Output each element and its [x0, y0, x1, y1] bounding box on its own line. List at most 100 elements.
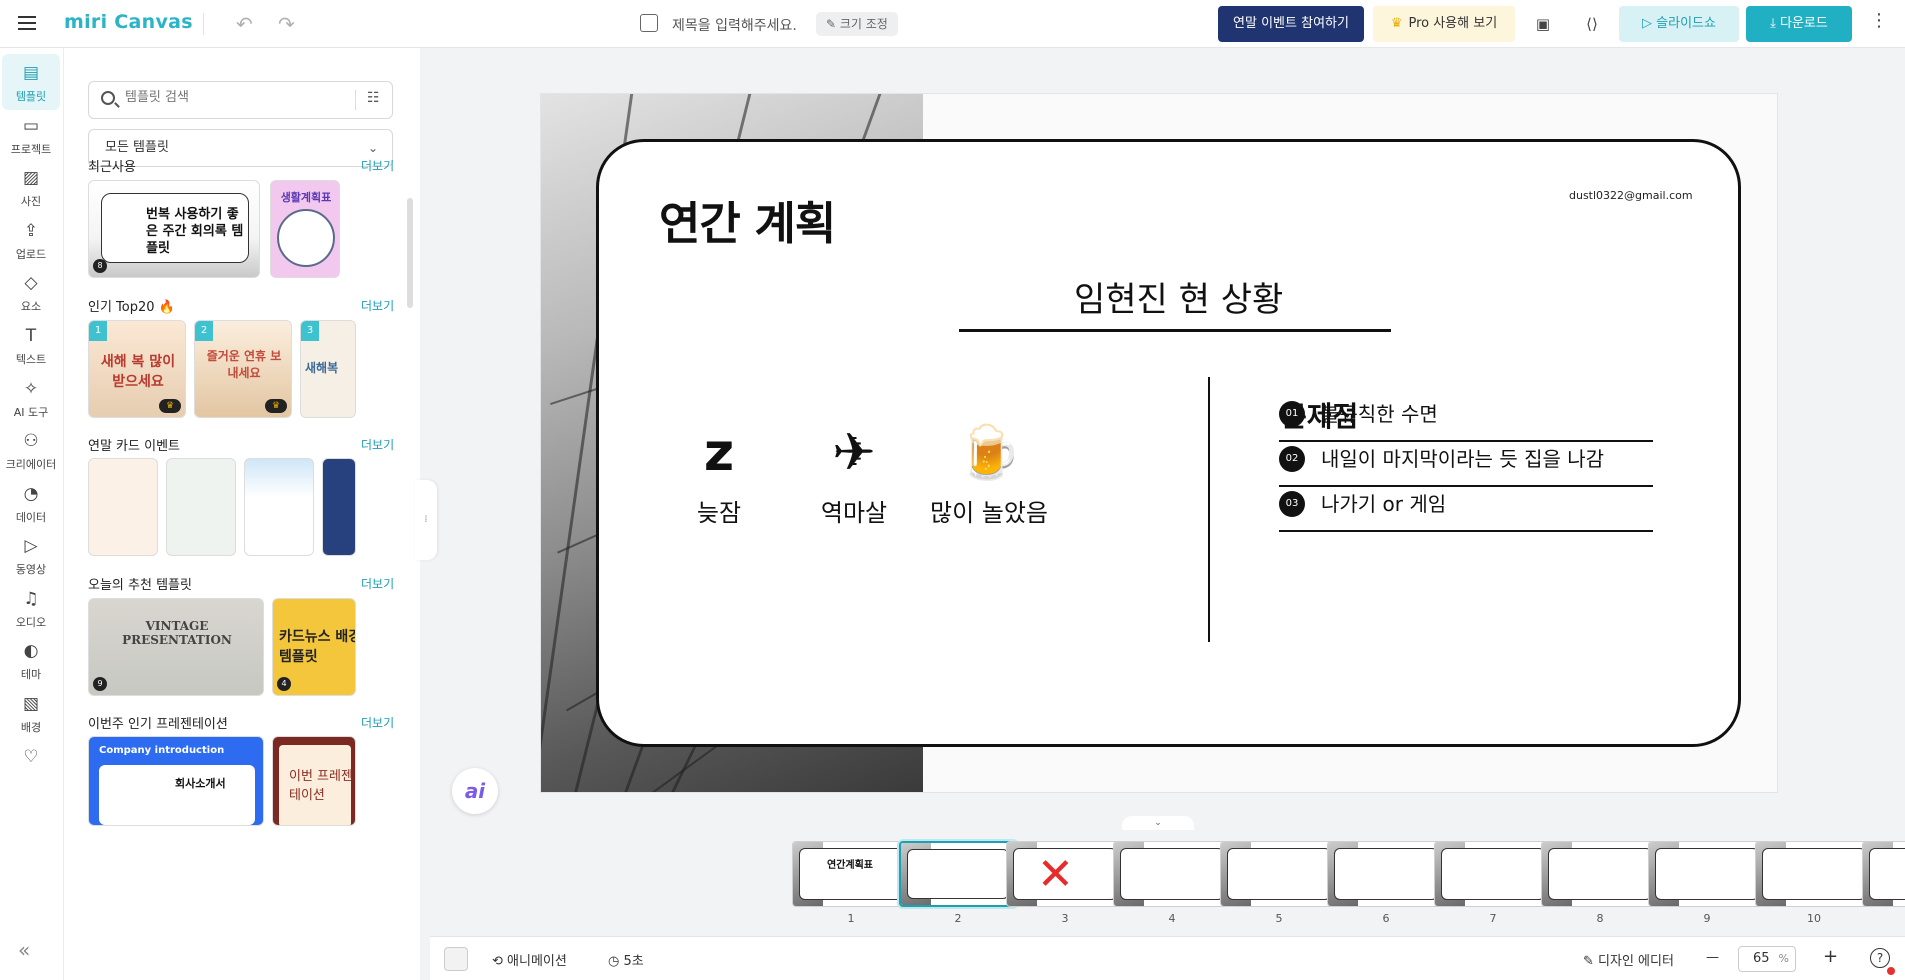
thumbnail-card — [1655, 848, 1759, 900]
problem-item[interactable]: 01 불규칙한 수면 — [1279, 392, 1653, 442]
nav-label: 사진 — [20, 195, 42, 208]
page-thumbnail[interactable] — [1113, 841, 1231, 907]
page-number: 11 — [1862, 912, 1905, 925]
recent-template-schedule[interactable]: 생활계획표 — [270, 180, 340, 278]
weekly-template-company[interactable]: Company introduction 회사소개서 — [88, 736, 264, 826]
problem-number: 02 — [1279, 446, 1305, 472]
count-badge: 9 — [93, 677, 107, 691]
nav-label: 동영상 — [15, 563, 47, 576]
top20-template-1[interactable]: 1 새해 복 많이 받으세요 ♛ — [88, 320, 186, 418]
page-thumbnail[interactable] — [1862, 841, 1905, 907]
menu-icon[interactable] — [18, 16, 36, 30]
zoom-in-icon[interactable]: + — [1823, 946, 1838, 967]
weekly-template-presentation[interactable]: 이번 프레젠테이션 — [272, 736, 356, 826]
background-color-swatch[interactable] — [444, 947, 468, 971]
nav-item-0[interactable]: ▤ 템플릿 — [2, 54, 60, 110]
more-link[interactable]: 더보기 — [361, 436, 394, 453]
divider — [355, 90, 356, 110]
page-thumbnail[interactable] — [1541, 841, 1659, 907]
title-input[interactable]: 제목을 입력해주세요. — [672, 15, 797, 35]
zoom-out-icon[interactable]: — — [1706, 950, 1719, 965]
pro-trial-button[interactable]: ♛ Pro 사용해 보기 — [1373, 6, 1515, 42]
page-thumbnail[interactable] — [1434, 841, 1552, 907]
page-thumbnail[interactable] — [1755, 841, 1873, 907]
recommended-template-vintage[interactable]: VINTAGE PRESENTATION 9 — [88, 598, 264, 696]
card-event-template-4[interactable] — [322, 458, 356, 556]
card-event-template-1[interactable] — [88, 458, 158, 556]
event-button[interactable]: 연말 이벤트 참여하기 — [1218, 6, 1364, 42]
top20-template-3[interactable]: 3 새해복 — [300, 320, 356, 418]
search-input[interactable] — [125, 90, 335, 105]
duration-button[interactable]: ◷ 5초 — [608, 950, 644, 969]
page-thumbnail[interactable]: ✕ — [1006, 841, 1124, 907]
scrollbar[interactable] — [407, 198, 413, 308]
slide-email[interactable]: dustl0322@gmail.com — [1569, 189, 1693, 202]
slide[interactable]: 연간 계획 dustl0322@gmail.com 임현진 현 상황 z 늦잠 … — [540, 93, 1778, 793]
nav-item-11[interactable]: ◐ 테마 — [2, 632, 60, 688]
nav-item-4[interactable]: ◇ 요소 — [2, 264, 60, 320]
card-event-template-3[interactable] — [244, 458, 314, 556]
download-button[interactable]: ⤓ 다운로드 — [1746, 6, 1852, 42]
nav-icon: ◇ — [24, 273, 38, 293]
thumbnail-card — [907, 849, 1009, 899]
animation-button[interactable]: ⟲ 애니메이션 — [492, 950, 567, 969]
feature-oversleep[interactable]: z 늦잠 — [654, 417, 784, 528]
page-thumbnail[interactable] — [1220, 841, 1338, 907]
problem-item[interactable]: 03 나가기 or 게임 — [1279, 482, 1653, 532]
resize-button[interactable]: ✎ 크기 조정 — [816, 12, 898, 36]
nav-item-3[interactable]: ⇪ 업로드 — [2, 212, 60, 268]
page-thumbnail[interactable]: 연간계획표 — [792, 841, 910, 907]
feature-wanderlust[interactable]: ✈ 역마살 — [789, 417, 919, 528]
collapse-nav-icon[interactable]: « — [18, 938, 30, 962]
more-link[interactable]: 더보기 — [361, 714, 394, 731]
section-title-card-event: 연말 카드 이벤트 — [88, 439, 180, 454]
nav-item-5[interactable]: T 텍스트 — [2, 317, 60, 373]
content-card[interactable]: 연간 계획 dustl0322@gmail.com 임현진 현 상황 z 늦잠 … — [596, 139, 1741, 747]
more-link[interactable]: 더보기 — [361, 297, 394, 314]
filter-icon[interactable]: ☷ — [367, 90, 380, 106]
nav-item-9[interactable]: ▷ 동영상 — [2, 527, 60, 583]
more-link[interactable]: 더보기 — [361, 575, 394, 592]
save-icon[interactable]: ▣ — [1527, 9, 1559, 39]
card-event-template-2[interactable] — [166, 458, 236, 556]
nav-label: 크리에이터 — [5, 458, 57, 471]
nav-item-13[interactable]: ♡ — [2, 738, 60, 794]
nav-item-1[interactable]: ▭ 프로젝트 — [2, 107, 60, 163]
nav-item-12[interactable]: ▧ 배경 — [2, 685, 60, 741]
feature-partying[interactable]: 🍺 많이 놀았음 — [924, 417, 1054, 528]
page-thumbnail[interactable] — [1648, 841, 1766, 907]
slide-title[interactable]: 연간 계획 — [659, 187, 836, 252]
top20-template-2[interactable]: 2 즐거운 연휴 보내세요 ♛ — [194, 320, 292, 418]
undo-icon[interactable]: ↶ — [236, 12, 253, 36]
recent-template-weekly[interactable]: 번복 사용하기 좋은 주간 회의록 템플릿 8 — [88, 180, 260, 278]
slideshow-button[interactable]: ▷ 슬라이드쇼 — [1619, 6, 1739, 42]
template-text: 생활계획표 — [280, 191, 332, 204]
page-thumbnail[interactable] — [899, 841, 1017, 907]
slide-subtitle[interactable]: 임현진 현 상황 — [1074, 272, 1283, 321]
app-logo[interactable]: miri Canvas — [64, 11, 193, 33]
nav-item-6[interactable]: ✧ AI 도구 — [2, 370, 60, 426]
nav-item-8[interactable]: ◔ 데이터 — [2, 475, 60, 531]
ai-assistant-button[interactable]: ai — [452, 768, 498, 814]
bottom-bar: ⟲ 애니메이션 ◷ 5초 ✎ 디자인 에디터 — 65% + ? — [430, 936, 1905, 980]
design-editor-button[interactable]: ✎ 디자인 에디터 — [1583, 950, 1674, 969]
nav-item-2[interactable]: ▨ 사진 — [2, 159, 60, 215]
share-icon[interactable]: ⟨⟩ — [1576, 9, 1608, 39]
recommended-template-cardnews[interactable]: 카드뉴스 배경 템플릿 4 — [272, 598, 356, 696]
redo-icon[interactable]: ↷ — [278, 12, 295, 36]
template-search[interactable]: ☷ — [88, 81, 393, 119]
chevron-down-icon[interactable]: ⌄ — [1122, 816, 1194, 830]
template-preview: 번복 사용하기 좋은 주간 회의록 템플릿 — [101, 193, 249, 263]
search-icon — [101, 91, 115, 105]
more-options-icon[interactable]: ⋮ — [1870, 10, 1888, 31]
select-value: 모든 템플릿 — [105, 140, 169, 155]
zoom-input[interactable]: 65% — [1738, 946, 1796, 972]
page-number: 3 — [1061, 912, 1069, 925]
nav-item-10[interactable]: ♫ 오디오 — [2, 580, 60, 636]
more-link[interactable]: 더보기 — [361, 157, 394, 174]
nav-item-7[interactable]: ⚇ 크리에이터 — [2, 422, 60, 478]
help-icon[interactable]: ? — [1870, 948, 1895, 975]
problem-item[interactable]: 02 내일이 마지막이라는 듯 집을 나감 — [1279, 437, 1653, 487]
page-thumbnail[interactable] — [1327, 841, 1445, 907]
download-label: 다운로드 — [1780, 16, 1828, 31]
